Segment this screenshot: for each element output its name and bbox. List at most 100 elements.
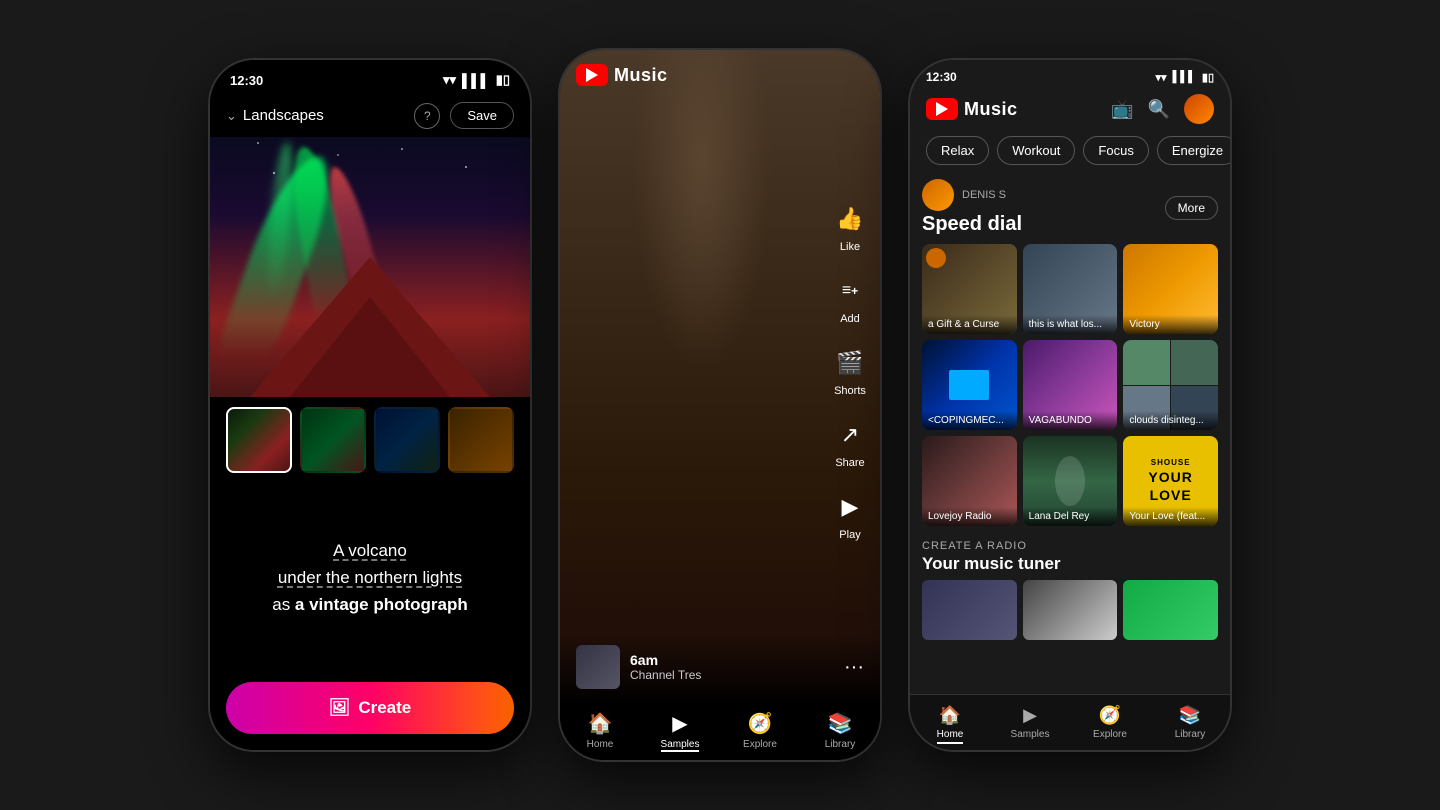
track-details: 6am Channel Tres	[630, 652, 701, 682]
card-4[interactable]: <COPINGMEC...	[922, 340, 1017, 430]
user-avatar-p3[interactable]	[1184, 94, 1214, 124]
samples-label: Samples	[661, 739, 700, 752]
p3-nav-samples[interactable]: ▶ Samples	[990, 703, 1070, 746]
card-9-label: Your Love (feat...	[1123, 507, 1218, 526]
like-label: Like	[840, 241, 860, 253]
card-8[interactable]: Lana Del Rey	[1023, 436, 1118, 526]
p3-nav-home[interactable]: 🏠 Home	[910, 703, 990, 746]
radio-thumb-1	[922, 580, 1017, 640]
more-button[interactable]: More	[1165, 196, 1218, 220]
shorts-action[interactable]: 🎬 Shorts	[832, 345, 868, 397]
library-label: Library	[825, 739, 856, 750]
yt-logo-icon	[576, 64, 608, 86]
phones-container: 12:30 ▾▾ ▌▌▌ ▮▯ ⌄ Landscapes ? Save	[210, 50, 1230, 760]
phone-2-screen: Music 👍 Like ≡+ Add 🎬 Shorts ↗	[560, 50, 880, 760]
search-icon[interactable]: 🔍	[1148, 99, 1170, 120]
tab-energize[interactable]: Energize	[1157, 136, 1230, 165]
phone-2: Music 👍 Like ≡+ Add 🎬 Shorts ↗	[560, 50, 880, 760]
phone-1-header: ⌄ Landscapes ? Save	[210, 94, 530, 137]
prompt-line-1: A volcano	[272, 537, 468, 564]
phone-1-time: 12:30	[230, 73, 263, 88]
share-label: Share	[835, 457, 864, 469]
tab-workout[interactable]: Workout	[997, 136, 1075, 165]
radio-thumbnails	[922, 580, 1218, 640]
help-button[interactable]: ?	[414, 103, 440, 129]
side-actions: 👍 Like ≡+ Add 🎬 Shorts ↗ Share ▶ Pla	[832, 201, 868, 541]
tab-relax[interactable]: Relax	[926, 136, 989, 165]
home-icon-p3: 🏠	[939, 705, 961, 726]
p3-top-actions: 📺 🔍	[1111, 94, 1214, 124]
p3-nav-library[interactable]: 📚 Library	[1150, 703, 1230, 746]
samples-icon: ▶	[672, 711, 687, 736]
phone-3-screen: 12:30 ▾▾ ▌▌▌ ▮▯ Music 📺 🔍	[910, 60, 1230, 750]
home-label: Home	[587, 739, 614, 750]
samples-icon-p3: ▶	[1023, 705, 1037, 726]
phone-3-time: 12:30	[926, 70, 957, 84]
nav-samples[interactable]: ▶ Samples	[640, 707, 720, 756]
phone-1: 12:30 ▾▾ ▌▌▌ ▮▯ ⌄ Landscapes ? Save	[210, 60, 530, 750]
wifi-icon: ▾▾	[443, 72, 456, 88]
nav-library[interactable]: 📚 Library	[800, 707, 880, 756]
p3-nav-explore[interactable]: 🧭 Explore	[1070, 703, 1150, 746]
card-7[interactable]: Lovejoy Radio	[922, 436, 1017, 526]
play-action[interactable]: ▶ Play	[832, 489, 868, 541]
wifi-icon-p3: ▾▾	[1155, 71, 1166, 84]
p3-content: DENIS S Speed dial More a Gift & a Curse	[910, 175, 1230, 694]
thumbnail-2[interactable]	[300, 407, 366, 473]
app-name: Music	[614, 65, 668, 86]
prompt-line-3: as a vintage photograph	[272, 591, 468, 618]
volcano-shape	[250, 257, 490, 397]
create-button[interactable]: 🖼 Create	[226, 682, 514, 734]
explore-label-p3: Explore	[1093, 729, 1127, 740]
user-info: DENIS S	[922, 179, 1022, 211]
shorts-label: Shorts	[834, 385, 866, 397]
battery-icon-p3: ▮▯	[1202, 71, 1214, 84]
card-3[interactable]: Victory	[1123, 244, 1218, 334]
explore-icon-p3: 🧭	[1099, 705, 1121, 726]
thumbnail-4[interactable]	[448, 407, 514, 473]
save-button[interactable]: Save	[450, 102, 514, 129]
card-6[interactable]: clouds disinteg...	[1123, 340, 1218, 430]
card-9[interactable]: SHOUSEYOUR LOVE Your Love (feat...	[1123, 436, 1218, 526]
more-options-button[interactable]: ···	[844, 656, 864, 679]
card-7-label: Lovejoy Radio	[922, 507, 1017, 526]
nav-explore[interactable]: 🧭 Explore	[720, 707, 800, 756]
music-grid: a Gift & a Curse this is what los... Vic…	[922, 244, 1218, 526]
card-2-label: this is what los...	[1023, 315, 1118, 334]
now-playing: 6am Channel Tres ···	[560, 635, 880, 699]
phone-3: 12:30 ▾▾ ▌▌▌ ▮▯ Music 📺 🔍	[910, 60, 1230, 750]
library-icon-p3: 📚	[1179, 705, 1201, 726]
youtube-music-logo-p3: Music	[926, 98, 1018, 120]
share-action[interactable]: ↗ Share	[832, 417, 868, 469]
card-5[interactable]: VAGABUNDO	[1023, 340, 1118, 430]
like-action[interactable]: 👍 Like	[832, 201, 868, 253]
prompt-text: A volcano under the northern lights as a…	[272, 537, 468, 619]
thumbnail-3[interactable]	[374, 407, 440, 473]
main-image	[210, 137, 530, 397]
thumbnail-1[interactable]	[226, 407, 292, 473]
mood-tabs: Relax Workout Focus Energize	[910, 132, 1230, 175]
thumbnail-strip	[210, 397, 530, 483]
card-8-label: Lana Del Rey	[1023, 507, 1118, 526]
add-icon: ≡+	[832, 273, 868, 309]
tab-focus[interactable]: Focus	[1083, 136, 1148, 165]
play-icon: ▶	[832, 489, 868, 525]
radio-thumb-2	[1023, 580, 1118, 640]
user-name: DENIS S	[962, 189, 1006, 201]
samples-label-p3: Samples	[1011, 729, 1050, 740]
cast-icon[interactable]: 📺	[1111, 99, 1133, 120]
radio-label: CREATE A RADIO	[922, 540, 1218, 552]
shorts-icon: 🎬	[832, 345, 868, 381]
home-label-p3: Home	[937, 729, 964, 744]
card-1[interactable]: a Gift & a Curse	[922, 244, 1017, 334]
add-action[interactable]: ≡+ Add	[832, 273, 868, 325]
phone-2-bottom-bar: 6am Channel Tres ··· 🏠 Home ▶ Samples	[560, 635, 880, 760]
card-2[interactable]: this is what los...	[1023, 244, 1118, 334]
create-icon: 🖼	[329, 698, 351, 718]
header-right: ? Save	[414, 102, 514, 129]
collapse-icon[interactable]: ⌄	[226, 108, 237, 124]
nav-home[interactable]: 🏠 Home	[560, 707, 640, 756]
card-3-label: Victory	[1123, 315, 1218, 334]
header-title: Landscapes	[243, 107, 324, 124]
card-5-label: VAGABUNDO	[1023, 411, 1118, 430]
